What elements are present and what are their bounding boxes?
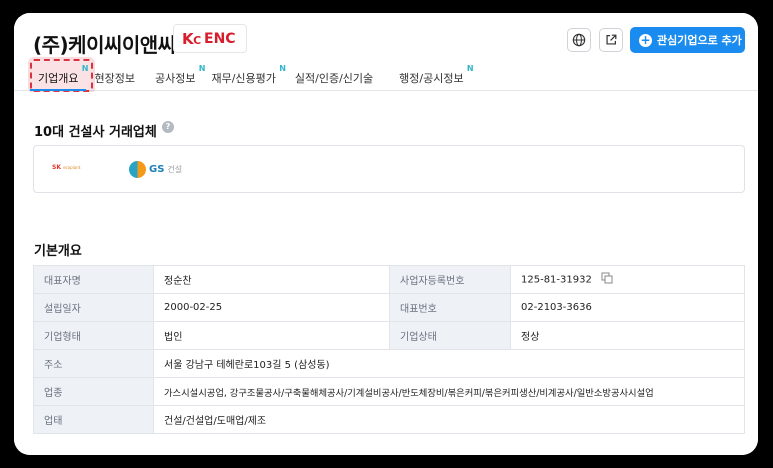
tab-performance-certification[interactable]: 실적/인증/신기술 xyxy=(287,64,381,90)
company-header: (주)케이씨이앤씨 KC ENC + 관심기업으로 추가 기업개요 N 현장정보… xyxy=(14,13,758,92)
add-favorite-label: 관심기업으로 추가 xyxy=(657,34,742,47)
tab-finance-credit[interactable]: 재무/신용평가 N xyxy=(203,64,286,90)
partner-logo-sk: SK ecoplant xyxy=(52,164,81,171)
overview-table: 대표자명 정순찬 사업자등록번호 125-81-31932 설립일자 2000-… xyxy=(33,265,745,434)
partner-logo-gs: GS 건설 xyxy=(129,161,182,178)
tab-site-info[interactable]: 현장정보 xyxy=(86,64,142,90)
add-favorite-button[interactable]: + 관심기업으로 추가 xyxy=(630,27,745,53)
table-row: 업종 가스시설시공업, 강구조물공사/구축물해체공사/기계설비공사/반도체장비/… xyxy=(33,377,745,406)
tab-admin-disclosure[interactable]: 행정/공시정보 N xyxy=(391,64,474,90)
external-link-button[interactable] xyxy=(599,28,623,52)
table-row: 대표자명 정순찬 사업자등록번호 125-81-31932 xyxy=(33,265,745,294)
external-link-icon xyxy=(604,33,618,47)
tab-bar: 기업개요 N 현장정보 공사정보 N 재무/신용평가 N 실적/인증/신기술 행… xyxy=(30,64,474,91)
partner-logos: SK ecoplant GS 건설 xyxy=(33,145,745,193)
tab-construction-info[interactable]: 공사정보 N xyxy=(147,64,205,90)
new-badge: N xyxy=(466,64,474,73)
overview-section-title: 기본개요 xyxy=(34,244,82,259)
company-name: (주)케이씨이앤씨 xyxy=(33,33,176,57)
help-icon[interactable]: ? xyxy=(162,121,174,133)
main-content: 10대 건설사 거래업체 ? SK ecoplant GS 건설 기본개요 대표… xyxy=(14,92,758,455)
table-row: 기업형태 법인 기업상태 정상 xyxy=(33,321,745,350)
plus-icon: + xyxy=(639,32,652,47)
gs-mark-icon xyxy=(129,161,146,178)
table-row: 업태 건설/건설업/도매업/제조 xyxy=(33,405,745,434)
table-row: 주소 서울 강남구 테헤란로103길 5 (삼성동) xyxy=(33,349,745,378)
globe-icon xyxy=(572,33,586,47)
tab-overview[interactable]: 기업개요 N xyxy=(30,64,88,91)
business-registration-number: 125-81-31932 xyxy=(521,274,592,286)
partners-section-title: 10대 건설사 거래업체 xyxy=(34,125,157,140)
company-logo: KC ENC xyxy=(173,24,247,53)
copy-icon[interactable] xyxy=(601,272,613,287)
table-row: 설립일자 2000-02-25 대표번호 02-2103-3636 xyxy=(33,293,745,322)
company-page: (주)케이씨이앤씨 KC ENC + 관심기업으로 추가 기업개요 N 현장정보… xyxy=(14,13,758,455)
globe-button[interactable] xyxy=(567,28,591,52)
new-badge: N xyxy=(279,64,286,73)
